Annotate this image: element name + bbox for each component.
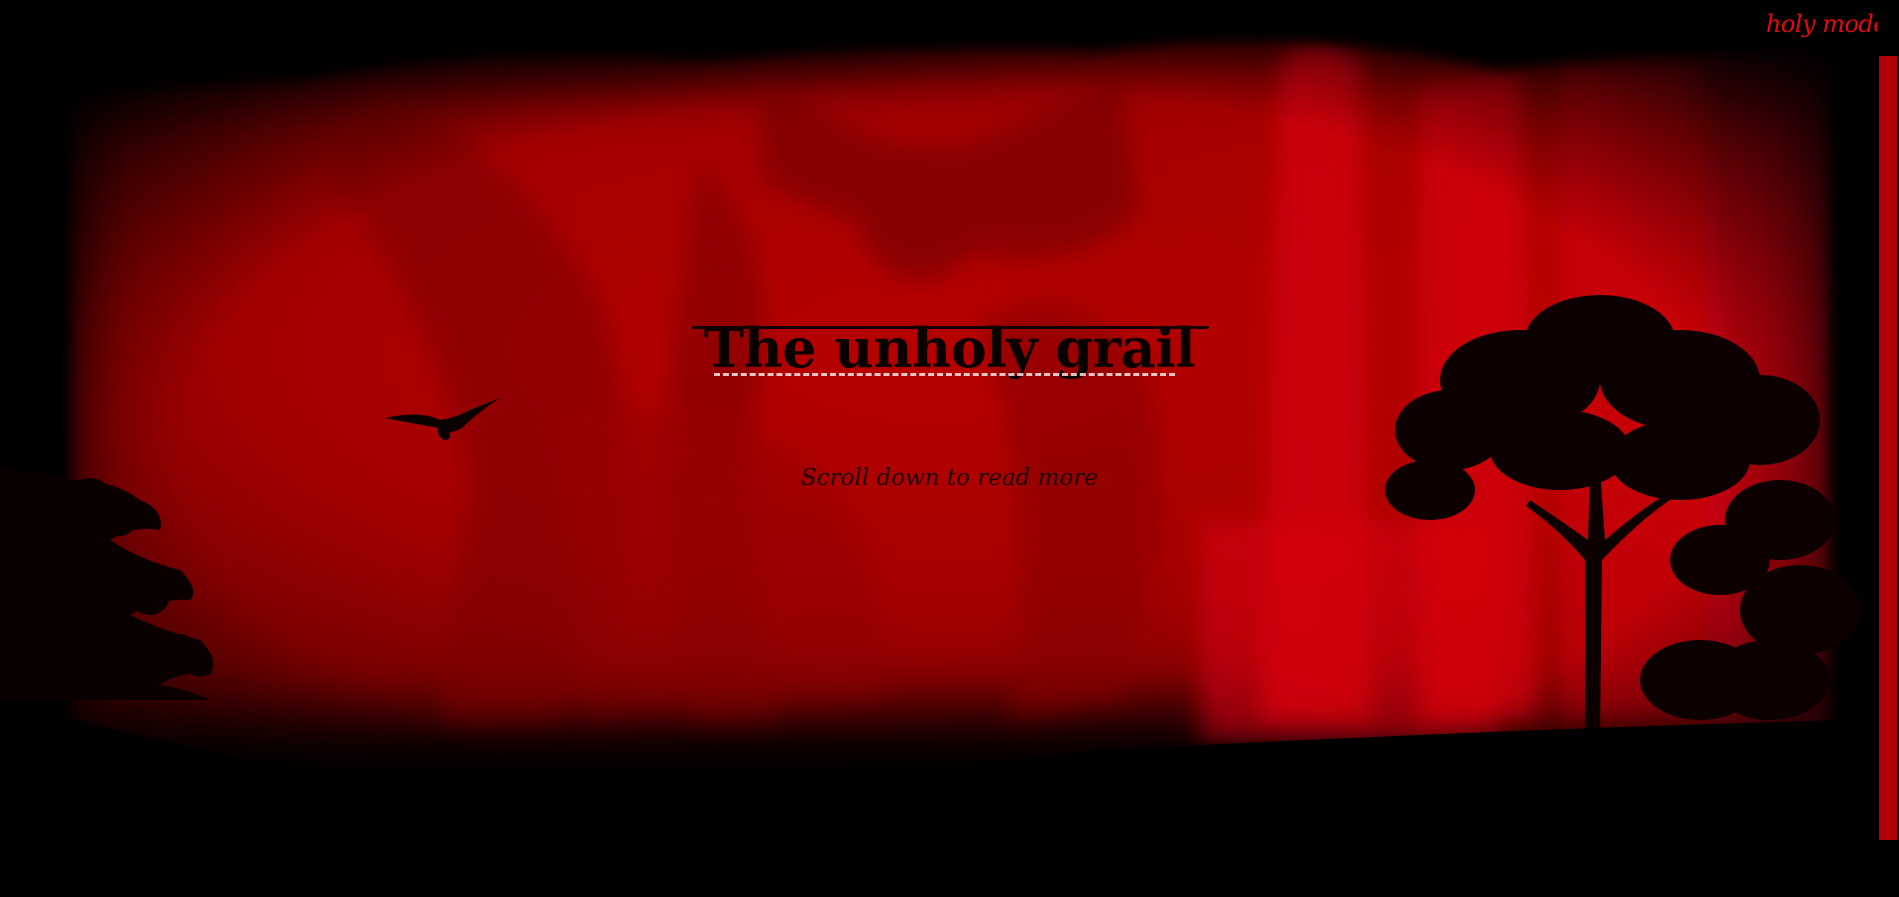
hero-background-scene (0, 0, 1899, 897)
hero-title-wrapper: The unholy grail (0, 316, 1899, 380)
page: holy mode The unholy grail Scroll down t… (0, 0, 1899, 897)
scrollbar[interactable] (1877, 0, 1899, 897)
page-title: The unholy grail (691, 316, 1210, 380)
holy-mode-toggle[interactable]: holy mode (1766, 10, 1888, 38)
scrollbar-thumb[interactable] (1879, 56, 1897, 840)
scroll-hint: Scroll down to read more (801, 465, 1098, 491)
